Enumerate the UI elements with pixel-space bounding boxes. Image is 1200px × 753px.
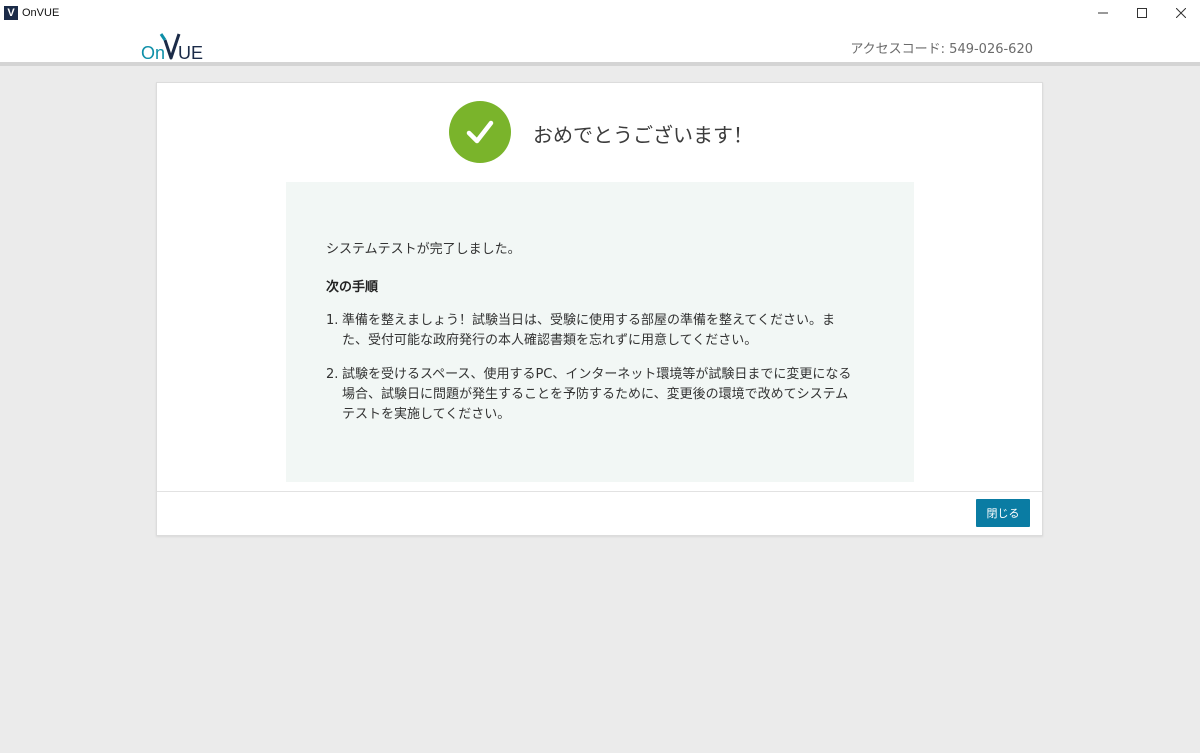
svg-text:On: On [141, 43, 165, 62]
success-check-icon [449, 101, 511, 163]
completion-message: システムテストが完了しました。 [326, 242, 521, 257]
window-title: OnVUE [22, 7, 60, 19]
footer-divider [157, 491, 1042, 492]
app-header: On UE アクセスコード: 549-026-620 [0, 26, 1200, 66]
close-icon [1175, 8, 1186, 18]
next-steps-heading: 次の手順 [326, 280, 379, 295]
list-item: 1. 準備を整えましょう！試験当日は、受験に使用する部屋の準備を整えてください。… [326, 311, 856, 351]
svg-text:UE: UE [178, 43, 203, 62]
step-number: 1. [326, 313, 339, 328]
onvue-logo: On UE [141, 33, 203, 62]
dialog-title: おめでとうございます！ [533, 123, 753, 147]
close-window-button[interactable] [1161, 0, 1200, 26]
step-text: 試験を受けるスペース、使用するPC、インターネット環境等が試験日までに変更になる… [342, 367, 852, 422]
window-controls [1083, 0, 1200, 26]
maximize-icon [1136, 8, 1147, 18]
next-steps-list: 1. 準備を整えましょう！試験当日は、受験に使用する部屋の準備を整えてください。… [326, 311, 874, 425]
step-number: 2. [326, 367, 339, 382]
access-code: アクセスコード: 549-026-620 [850, 42, 1033, 57]
list-item: 2. 試験を受けるスペース、使用するPC、インターネット環境等が試験日までに変更… [326, 365, 856, 425]
step-text: 準備を整えましょう！試験当日は、受験に使用する部屋の準備を整えてください。また、… [342, 313, 835, 348]
close-button[interactable]: 閉じる [976, 499, 1030, 527]
minimize-button[interactable] [1083, 0, 1122, 26]
info-panel: システムテストが完了しました。 次の手順 1. 準備を整えましょう！試験当日は、… [286, 182, 914, 482]
minimize-icon [1097, 12, 1108, 14]
success-dialog: おめでとうございます！ システムテストが完了しました。 次の手順 1. 準備を整… [156, 82, 1043, 536]
window-titlebar: V OnVUE [0, 0, 1200, 26]
onvue-app-icon: V [4, 6, 18, 20]
maximize-button[interactable] [1122, 0, 1161, 26]
